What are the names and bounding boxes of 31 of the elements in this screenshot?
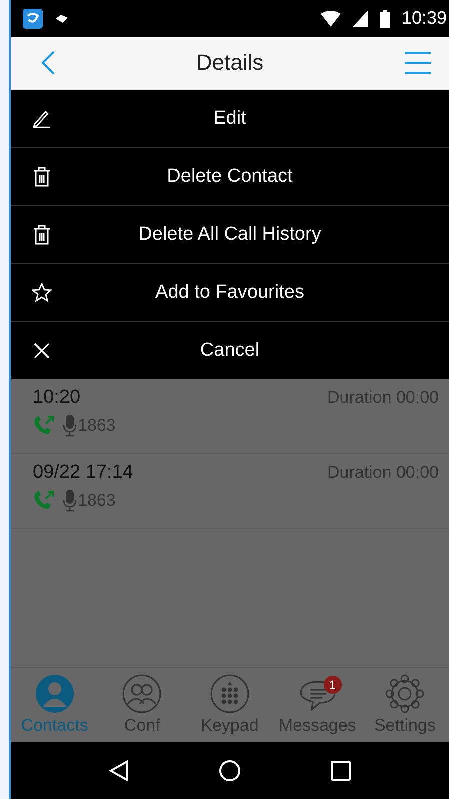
- battery-icon: [380, 10, 390, 28]
- menu-item[interactable]: Delete Contact: [11, 148, 449, 206]
- close-icon: [34, 342, 50, 358]
- menu-item[interactable]: Cancel: [11, 322, 449, 379]
- group-icon: [122, 674, 162, 714]
- call-time: 10:20: [33, 387, 81, 409]
- menu-item[interactable]: Add to Favourites: [11, 264, 449, 322]
- person-icon: [34, 674, 75, 714]
- star-icon: [32, 283, 52, 302]
- notification-icon: [55, 14, 69, 24]
- back-nav-button[interactable]: [109, 760, 129, 782]
- home-nav-button[interactable]: [219, 760, 241, 782]
- pencil-icon: [33, 110, 51, 128]
- app-logo-icon: [23, 8, 43, 28]
- recents-nav-button[interactable]: [331, 760, 351, 780]
- gear-icon: [385, 674, 426, 714]
- keypad-icon: [210, 674, 250, 714]
- call-time: 09/22 17:14: [33, 462, 134, 484]
- page-title: Details: [195, 50, 265, 76]
- signal-icon: [352, 10, 368, 26]
- wifi-icon: [320, 10, 341, 26]
- trash-icon: [33, 166, 51, 186]
- outgoing-call-icon: [33, 416, 55, 436]
- microphone-icon: [63, 490, 77, 512]
- trash-icon: [33, 224, 51, 244]
- unread-badge: 1: [324, 676, 342, 694]
- microphone-icon: [63, 415, 77, 437]
- clock-time: 10:39: [402, 8, 447, 29]
- menu-item[interactable]: Edit: [11, 90, 449, 148]
- menu-item[interactable]: Delete All Call History: [11, 206, 449, 264]
- outgoing-call-icon: [33, 491, 55, 511]
